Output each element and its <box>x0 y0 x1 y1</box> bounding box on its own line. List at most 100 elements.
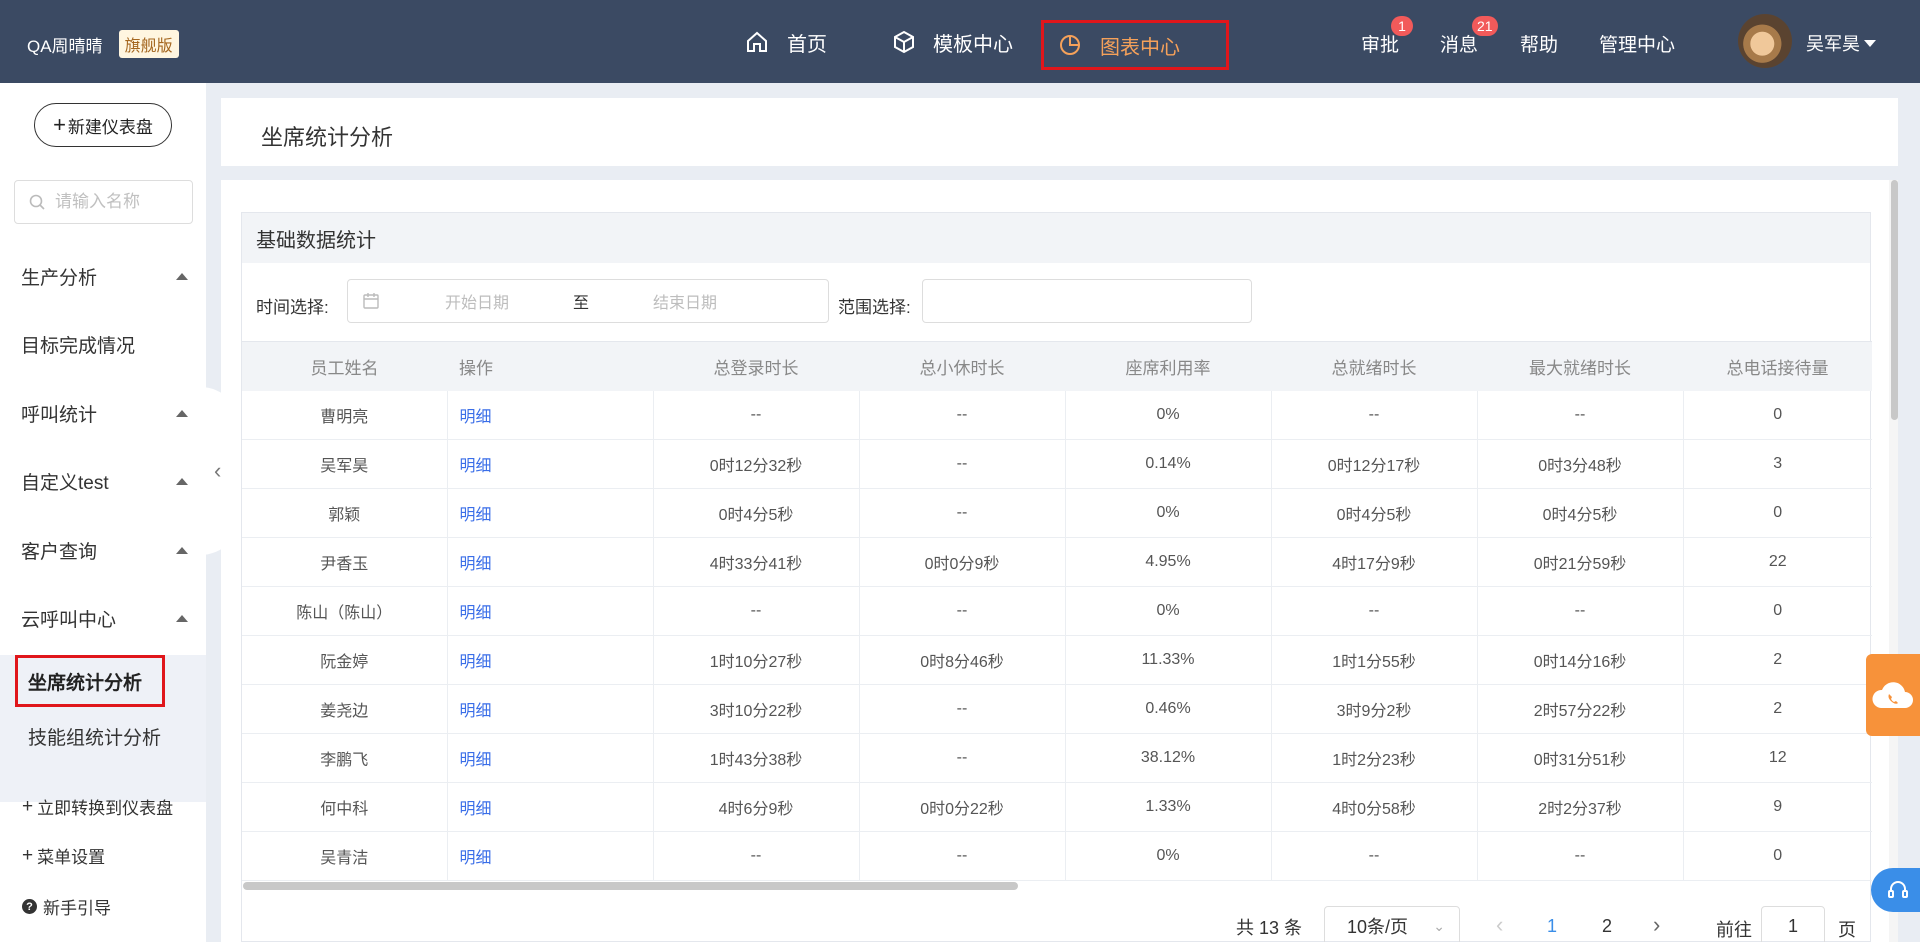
home-icon <box>747 31 767 52</box>
table-cell: 11.33% <box>1065 635 1272 685</box>
detail-link[interactable]: 明细 <box>447 390 654 440</box>
table-cell: 0% <box>1065 390 1272 440</box>
table-cell: 2时2分37秒 <box>1477 782 1684 832</box>
caret-up-icon <box>176 546 188 554</box>
detail-link[interactable]: 明细 <box>447 488 654 538</box>
table-cell: -- <box>1271 390 1478 440</box>
table-cell: 3时9分2秒 <box>1271 684 1478 734</box>
start-date-input[interactable]: 开始日期 <box>445 289 509 313</box>
table-cell: 姜尧边 <box>242 684 448 734</box>
detail-link[interactable]: 明细 <box>447 831 654 881</box>
detail-link[interactable]: 明细 <box>447 684 654 734</box>
menu-group-production[interactable]: 生产分析 <box>0 256 206 296</box>
menu-group-calls[interactable]: 呼叫统计 <box>0 393 206 433</box>
nav-home-label: 首页 <box>787 33 827 56</box>
table-cell: 0时31分51秒 <box>1477 733 1684 783</box>
help-link[interactable]: 帮助 <box>1520 30 1558 57</box>
column-header: 员工姓名 <box>242 341 447 391</box>
page-2[interactable]: 2 <box>1602 916 1612 937</box>
page-1[interactable]: 1 <box>1547 916 1557 937</box>
table-cell: 0时8分46秒 <box>859 635 1066 685</box>
table-cell: -- <box>859 390 1066 440</box>
brand: QA周晴晴 旗舰版 <box>27 30 179 58</box>
nav-templates-label: 模板中心 <box>933 33 1013 56</box>
sidebar-item-skill-group-stats[interactable]: 技能组统计分析 <box>28 723 161 750</box>
table-row: 何中科 明细 4时6分9秒 0时0分22秒 1.33% 4时0分58秒 2时2分37秒 9 <box>242 782 1872 832</box>
menu-group-customers[interactable]: 客户查询 <box>0 530 206 570</box>
nav-charts[interactable]: 图表中心 <box>1041 20 1229 70</box>
table-cell: -- <box>859 684 1066 734</box>
table-cell: -- <box>859 831 1066 881</box>
menu-item-goals[interactable]: 目标完成情况 <box>0 324 206 364</box>
menu-settings-label: 菜单设置 <box>37 848 106 867</box>
vertical-scrollbar[interactable] <box>1891 180 1898 420</box>
menu-group-custom[interactable]: 自定义test <box>0 461 206 501</box>
goto-label: 前往 <box>1716 920 1752 940</box>
filter-bar: 时间选择: 开始日期 至 结束日期 范围选择: <box>242 263 1870 341</box>
prev-page-icon[interactable]: ‹ <box>1496 912 1503 938</box>
scope-select[interactable] <box>922 279 1252 323</box>
scope-label: 范围选择: <box>838 298 911 317</box>
table-cell: 4.95% <box>1065 537 1272 587</box>
table-cell: 0.14% <box>1065 439 1272 489</box>
table-cell: -- <box>653 390 860 440</box>
detail-link[interactable]: 明细 <box>447 439 654 489</box>
table-cell: -- <box>859 439 1066 489</box>
detail-link[interactable]: 明细 <box>447 586 654 636</box>
plus-icon: + <box>22 844 34 866</box>
nav-home[interactable]: 首页 <box>745 24 827 60</box>
messages-label: 消息 <box>1440 35 1479 56</box>
menu-group-cloud-call[interactable]: 云呼叫中心 <box>0 598 206 638</box>
nav-templates[interactable]: 模板中心 <box>893 24 1013 60</box>
table-cell: 9 <box>1683 782 1872 832</box>
new-dashboard-button[interactable]: + 新建仪表盘 <box>34 103 172 147</box>
cloud-phone-icon <box>1872 682 1913 708</box>
avatar[interactable] <box>1738 14 1792 68</box>
calendar-icon <box>363 293 379 309</box>
range-separator: 至 <box>573 295 590 312</box>
table-row: 吴青洁 明细 -- -- 0% -- -- 0 <box>242 831 1872 881</box>
page-size-select[interactable]: 10条/页 ⌄ <box>1324 906 1460 942</box>
detail-link[interactable]: 明细 <box>447 635 654 685</box>
detail-link[interactable]: 明细 <box>447 782 654 832</box>
end-date-input[interactable]: 结束日期 <box>653 289 717 313</box>
guide-label: 新手引导 <box>43 899 111 918</box>
menu-settings-link[interactable]: + 菜单设置 <box>22 843 105 868</box>
detail-link[interactable]: 明细 <box>447 733 654 783</box>
date-range-picker[interactable]: 开始日期 至 结束日期 <box>347 279 829 323</box>
table-cell: 0时0分22秒 <box>859 782 1066 832</box>
sidebar-search-input[interactable] <box>55 192 185 212</box>
table-cell: 38.12% <box>1065 733 1272 783</box>
table-cell: 曹明亮 <box>242 390 448 440</box>
section-title: 基础数据统计 <box>242 213 1870 263</box>
approval-link[interactable]: 审批 1 <box>1361 16 1413 57</box>
next-page-icon[interactable]: › <box>1653 912 1660 938</box>
table-cell: 吴青洁 <box>242 831 448 881</box>
user-menu[interactable]: 吴军昊 <box>1806 30 1876 56</box>
sidebar-item-agent-stats[interactable]: 坐席统计分析 <box>15 655 165 707</box>
horizontal-scrollbar[interactable] <box>243 882 1018 890</box>
table-cell: 郭颖 <box>242 488 448 538</box>
messages-link[interactable]: 消息 21 <box>1440 16 1498 57</box>
edition-badge: 旗舰版 <box>118 30 179 58</box>
table-cell: 1时1分55秒 <box>1271 635 1478 685</box>
convert-dashboard-link[interactable]: + 立即转换到仪表盘 <box>22 794 173 819</box>
table-cell: 何中科 <box>242 782 448 832</box>
sidebar-search[interactable] <box>14 180 193 224</box>
basic-stats-section: 基础数据统计 时间选择: 开始日期 至 结束日期 范围选择: 员工姓名 操作 总登录… <box>241 212 1872 942</box>
customer-service-widget[interactable] <box>1871 868 1920 912</box>
detail-link[interactable]: 明细 <box>447 537 654 587</box>
table-cell: 0 <box>1683 831 1872 881</box>
table-row: 吴军昊 明细 0时12分32秒 -- 0.14% 0时12分17秒 0时3分48秒 3 <box>242 439 1872 489</box>
guide-link[interactable]: ? 新手引导 <box>22 894 111 919</box>
cloud-call-widget[interactable] <box>1866 654 1920 736</box>
table-cell: 0时21分59秒 <box>1477 537 1684 587</box>
table-cell: 4时0分58秒 <box>1271 782 1478 832</box>
admin-link[interactable]: 管理中心 <box>1599 30 1675 57</box>
column-header: 座席利用率 <box>1065 341 1271 391</box>
sidebar: + 新建仪表盘 生产分析 目标完成情况 呼叫统计 自定义test 客户查询 云呼… <box>0 83 206 942</box>
table-cell: 0时12分32秒 <box>653 439 860 489</box>
caret-up-icon <box>176 477 188 485</box>
goto-page-input[interactable]: 1 <box>1761 906 1825 942</box>
table-cell: 3时10分22秒 <box>653 684 860 734</box>
